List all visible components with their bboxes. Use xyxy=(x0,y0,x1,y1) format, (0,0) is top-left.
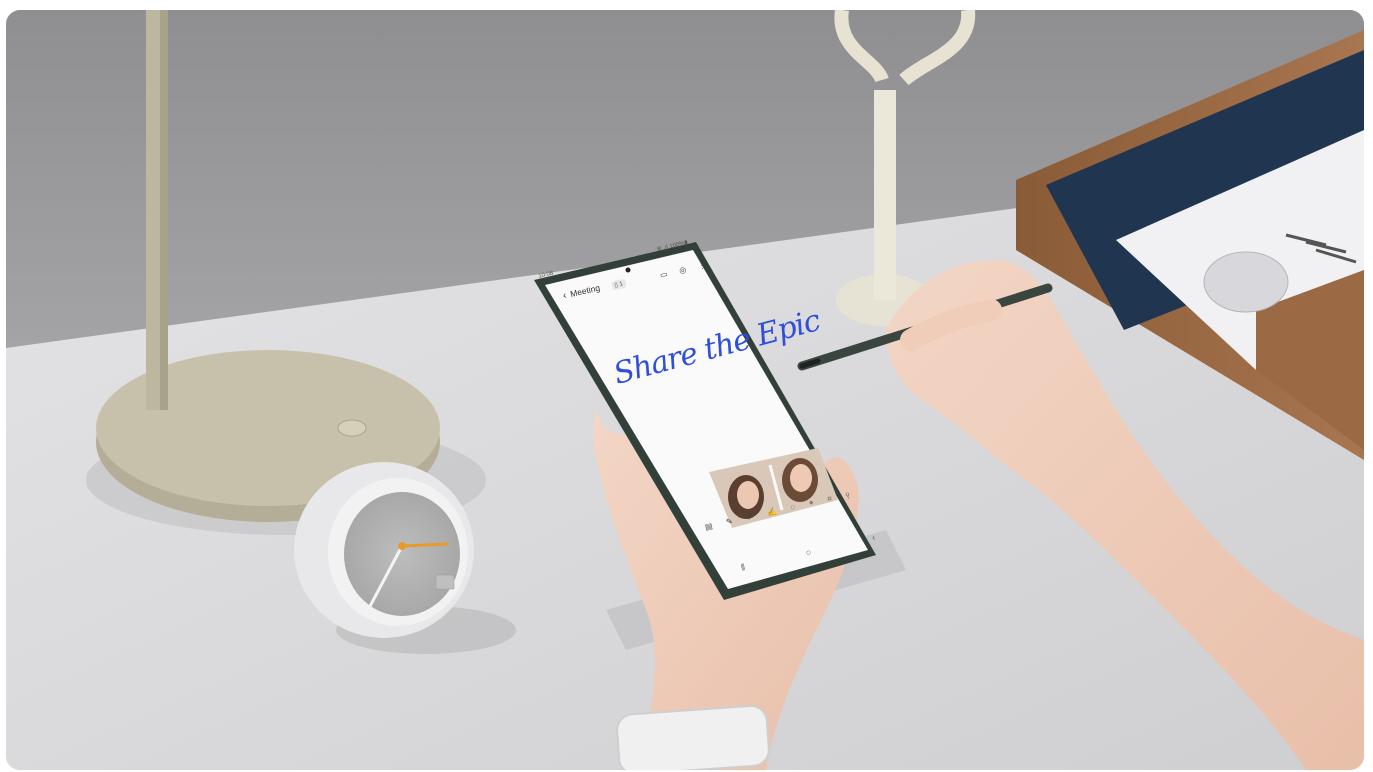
product-photo xyxy=(6,10,1364,770)
glass-paperweight xyxy=(1203,251,1289,313)
scissors-holder-stem xyxy=(874,90,896,300)
smartwatch-band xyxy=(616,704,770,770)
photo-frame: 10:08 ⊛ .ıl 100%▮ ‹Meeting ▯ 1 ▭ ◎ ⋮ Shar… xyxy=(6,10,1364,770)
clock-minute-hand xyxy=(401,542,449,548)
lamp-button xyxy=(337,419,367,437)
clock-face xyxy=(344,492,460,616)
